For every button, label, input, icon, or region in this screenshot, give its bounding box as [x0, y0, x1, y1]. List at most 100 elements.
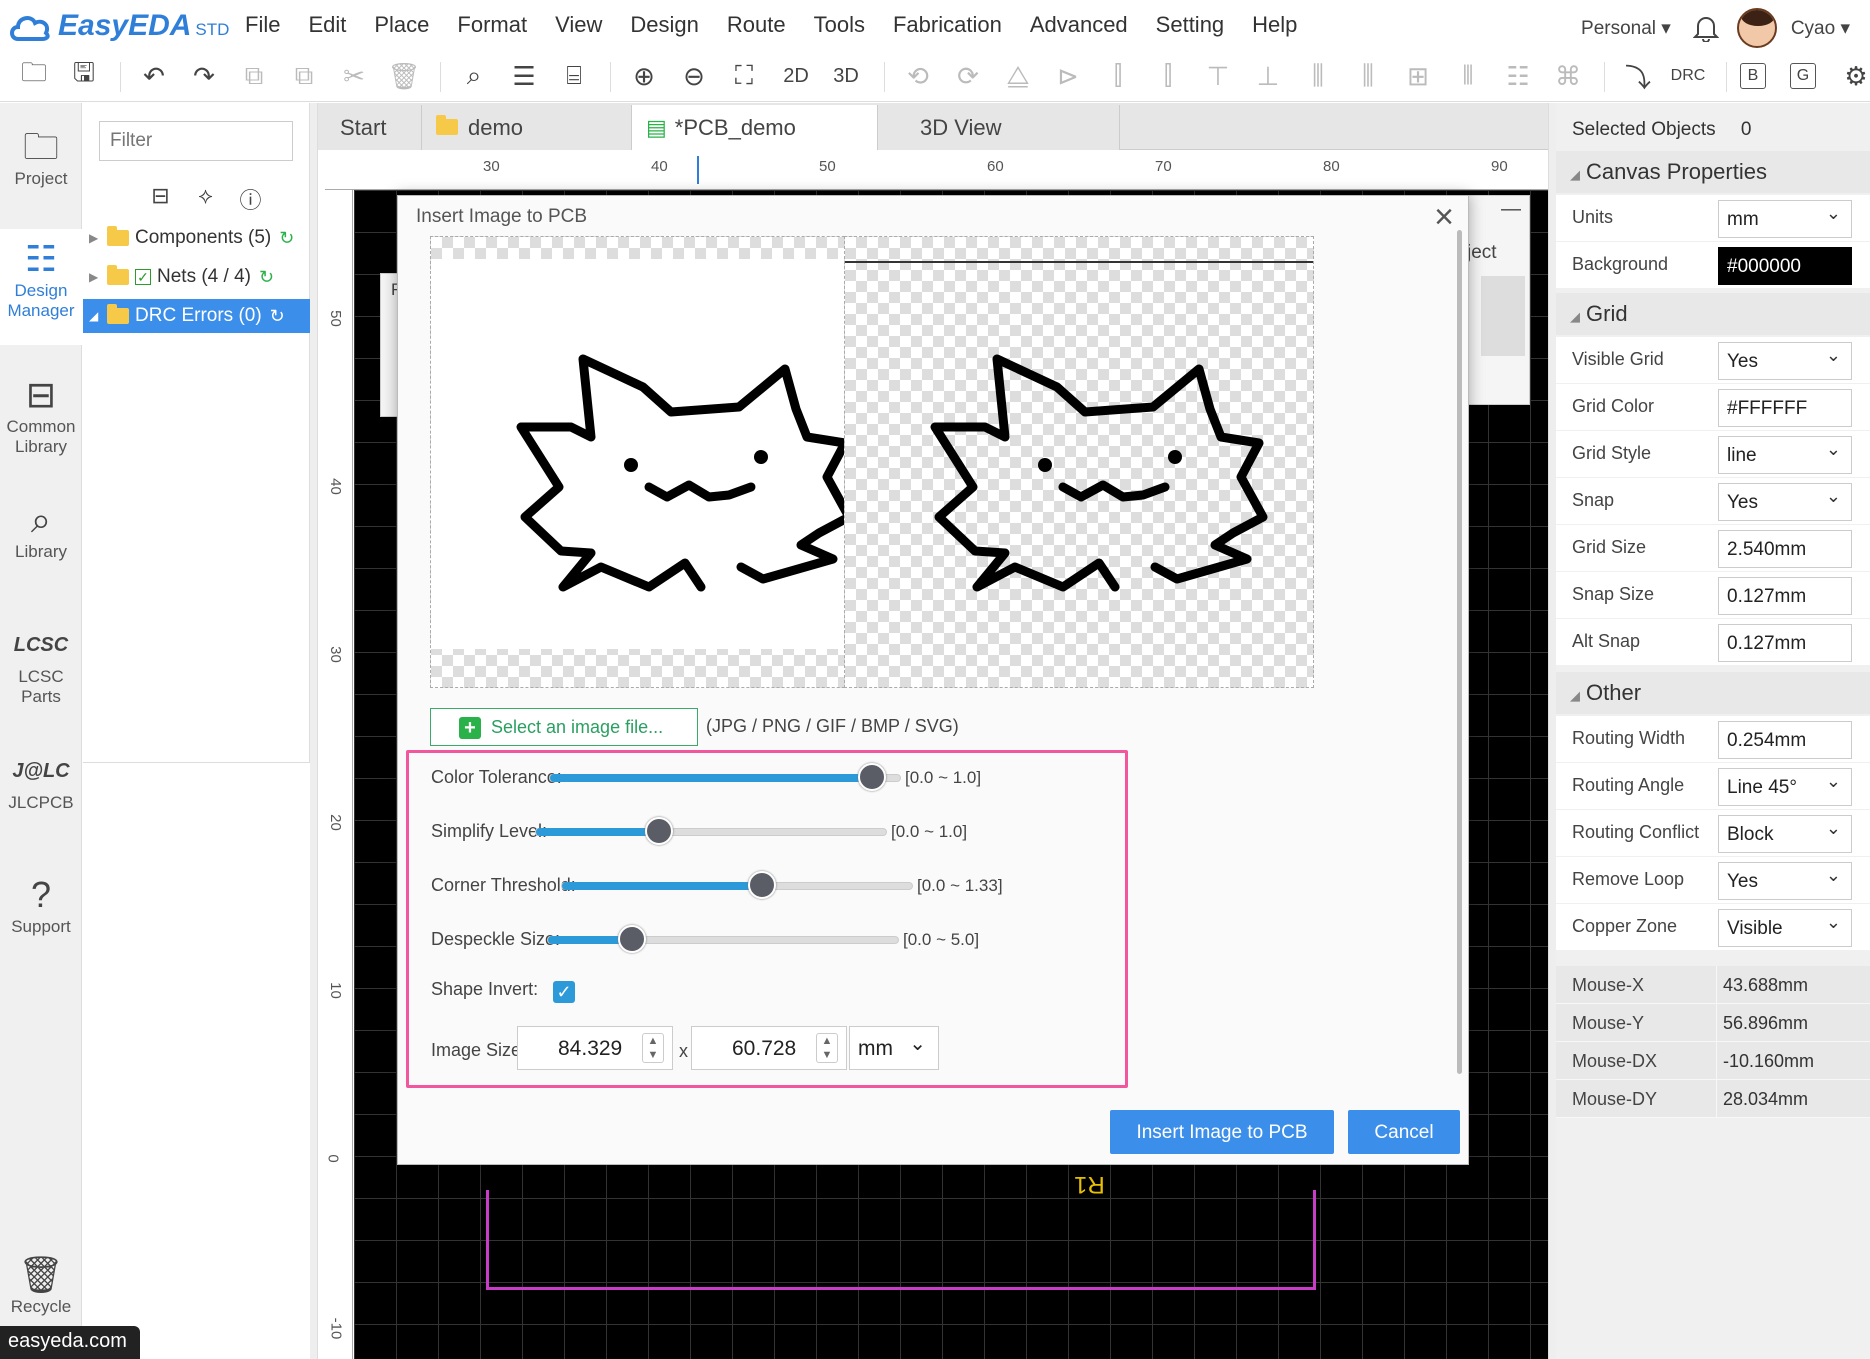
background-color-input[interactable]: #000000	[1718, 247, 1852, 285]
tree-item-components[interactable]: ▶ Components (5) ↻	[83, 221, 310, 255]
expand-caret-icon[interactable]: ▶	[89, 270, 107, 284]
save-icon[interactable]: 🖫	[64, 56, 104, 96]
cancel-button[interactable]: Cancel	[1348, 1110, 1460, 1154]
open-folder-icon[interactable]: 🗀	[14, 56, 54, 96]
visible-grid-select[interactable]: Yes	[1718, 342, 1852, 380]
user-menu[interactable]: Cyao ▾	[1791, 17, 1850, 40]
zoom-in-icon[interactable]: ⊕	[624, 56, 664, 96]
zoom-out-icon[interactable]: ⊖	[674, 56, 714, 96]
net-icon[interactable]: ⟡	[183, 183, 228, 215]
simplify-level-slider[interactable]	[535, 817, 887, 845]
drc-button[interactable]: DRC	[1668, 56, 1708, 96]
image-height-input[interactable]: 60.728 ▲ ▼	[691, 1026, 847, 1070]
despeckle-size-slider[interactable]	[547, 925, 899, 953]
grid-style-select[interactable]: line	[1718, 436, 1852, 474]
image-width-input[interactable]: 84.329 ▲ ▼	[517, 1026, 673, 1070]
flip-horizontal-icon[interactable]: ⧋	[998, 56, 1038, 96]
refresh-icon[interactable]: ↻	[279, 228, 294, 249]
insert-image-button[interactable]: Insert Image to PCB	[1110, 1110, 1334, 1154]
slider-knob[interactable]	[644, 817, 673, 845]
cut-icon[interactable]: ✂	[334, 56, 374, 96]
menu-view[interactable]: View	[555, 12, 602, 38]
redo-icon[interactable]: ↷	[184, 56, 224, 96]
menu-setting[interactable]: Setting	[1156, 12, 1225, 38]
copy-icon[interactable]: ⧉	[234, 56, 274, 96]
nav-jlcpcb[interactable]: J@LC JLCPCB	[0, 749, 82, 813]
settings-gear-icon[interactable]: ⚙	[1836, 56, 1870, 96]
board-outline[interactable]	[486, 1190, 1316, 1290]
tree-item-drc-errors[interactable]: ◢ DRC Errors (0) ↻	[83, 299, 310, 333]
menu-help[interactable]: Help	[1252, 12, 1297, 38]
tree-item-nets[interactable]: ▶ ✓ Nets (4 / 4) ↻	[83, 260, 310, 294]
gerber-button[interactable]: G	[1790, 63, 1816, 89]
search-icon[interactable]: ⌕	[454, 56, 494, 96]
snap-select[interactable]: Yes	[1718, 483, 1852, 521]
view-3d-button[interactable]: 3D	[826, 56, 866, 96]
menu-edit[interactable]: Edit	[308, 12, 346, 38]
corner-threshold-slider[interactable]	[561, 871, 913, 899]
rotate-left-icon[interactable]: ⟲	[898, 56, 938, 96]
grid-size-input[interactable]: 2.540mm	[1718, 530, 1852, 568]
distribute-h-icon[interactable]: ⫴	[1448, 56, 1488, 96]
app-logo[interactable]: EasyEDA STD	[8, 6, 229, 46]
nav-lcsc-parts[interactable]: LCSC LCSC Parts	[0, 623, 82, 707]
menu-fabrication[interactable]: Fabrication	[893, 12, 1002, 38]
flip-vertical-icon[interactable]: ⊳	[1048, 56, 1088, 96]
slider-knob[interactable]	[618, 925, 646, 953]
units-select[interactable]: mm	[1718, 200, 1852, 238]
routing-width-input[interactable]: 0.254mm	[1718, 721, 1852, 759]
snap-size-input[interactable]: 0.127mm	[1718, 577, 1852, 615]
fit-view-icon[interactable]: ⛶	[724, 56, 764, 96]
dialog-scrollbar[interactable]	[1457, 230, 1462, 1074]
nav-recycle[interactable]: 🗑 Recycle	[0, 1253, 82, 1317]
height-spinner-icon[interactable]: ▲ ▼	[816, 1033, 838, 1063]
plan-dropdown[interactable]: Personal ▾	[1581, 17, 1671, 40]
nav-support[interactable]: ? Support	[0, 873, 82, 937]
align-bottom-icon[interactable]: ⊥	[1248, 56, 1288, 96]
slider-knob[interactable]	[747, 871, 776, 899]
nav-project[interactable]: 🗀 Project	[0, 125, 82, 189]
menu-advanced[interactable]: Advanced	[1030, 12, 1128, 38]
collapse-caret-icon[interactable]: ◢	[89, 309, 107, 323]
view-2d-button[interactable]: 2D	[776, 56, 816, 96]
align-left-icon[interactable]: ⫿	[1098, 56, 1138, 96]
grid-color-input[interactable]: #FFFFFF	[1718, 389, 1852, 427]
unit-select[interactable]: mm	[849, 1026, 939, 1070]
section-grid[interactable]: ◢ Grid	[1556, 293, 1870, 335]
copper-zone-select[interactable]: Visible	[1718, 909, 1852, 947]
bell-icon[interactable]	[1692, 14, 1719, 42]
color-tolerance-slider[interactable]	[549, 763, 901, 791]
undo-icon[interactable]: ↶	[134, 56, 174, 96]
right-splitter[interactable]	[1548, 103, 1556, 1359]
menu-format[interactable]: Format	[457, 12, 527, 38]
ruler-icon[interactable]: ⌸	[554, 56, 594, 96]
shape-invert-checkbox[interactable]: ✓	[553, 981, 575, 1003]
nets-checkbox[interactable]: ✓	[135, 269, 151, 285]
refresh-icon[interactable]: ↻	[270, 306, 285, 327]
expand-caret-icon[interactable]: ▶	[89, 231, 107, 245]
menu-place[interactable]: Place	[374, 12, 429, 38]
nav-design-manager[interactable]: ☷ Design Manager	[0, 229, 82, 345]
width-spinner-icon[interactable]: ▲ ▼	[642, 1033, 664, 1063]
group-icon[interactable]: ⌘	[1548, 56, 1588, 96]
paste-icon[interactable]: ⧉	[284, 56, 324, 96]
delete-icon[interactable]: 🗑	[384, 56, 424, 96]
section-canvas-properties[interactable]: ◢ Canvas Properties	[1556, 151, 1870, 193]
align-center-h-icon[interactable]: ⫼	[1298, 56, 1338, 96]
section-other[interactable]: ◢ Other	[1556, 672, 1870, 714]
avatar[interactable]	[1736, 8, 1777, 48]
component-icon[interactable]: ⊟	[138, 183, 183, 215]
nav-common-library[interactable]: ⊟ Common Library	[0, 373, 82, 457]
slider-knob[interactable]	[858, 763, 886, 791]
rotate-right-icon[interactable]: ⟳	[948, 56, 988, 96]
menu-route[interactable]: Route	[727, 12, 786, 38]
align-center-v-icon[interactable]: ⫼	[1348, 56, 1388, 96]
find-text-icon[interactable]: ☰	[504, 56, 544, 96]
close-icon[interactable]: ×	[1434, 198, 1454, 237]
refresh-icon[interactable]: ↻	[259, 267, 274, 288]
routing-angle-select[interactable]: Line 45°	[1718, 768, 1852, 806]
routing-conflict-select[interactable]: Block	[1718, 815, 1852, 853]
filter-input[interactable]	[99, 121, 293, 161]
import-icon[interactable]: ⤵	[1618, 56, 1658, 96]
remove-loop-select[interactable]: Yes	[1718, 862, 1852, 900]
